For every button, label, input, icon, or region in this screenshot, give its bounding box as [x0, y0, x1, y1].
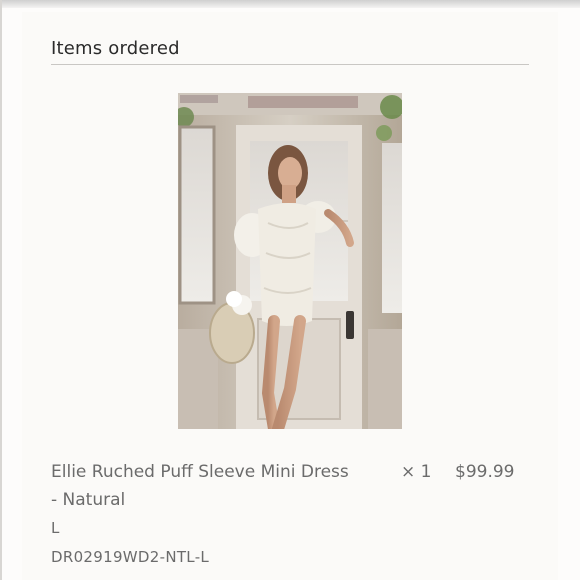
top-shadow [0, 0, 580, 8]
item-price: $99.99 [455, 462, 515, 482]
order-details-screen: Items ordered Ellie Ruched Puff Sleeve M… [0, 0, 580, 580]
section-divider [51, 64, 529, 65]
product-image[interactable] [178, 93, 402, 429]
item-quantity: × 1 [401, 462, 432, 482]
item-sku: DR02919WD2-NTL-L [51, 548, 210, 566]
item-name[interactable]: Ellie Ruched Puff Sleeve Mini Dress - Na… [51, 458, 351, 514]
section-title: Items ordered [51, 38, 180, 59]
left-border [0, 0, 2, 580]
item-variant-size: L [51, 519, 60, 537]
product-photo [178, 93, 402, 429]
